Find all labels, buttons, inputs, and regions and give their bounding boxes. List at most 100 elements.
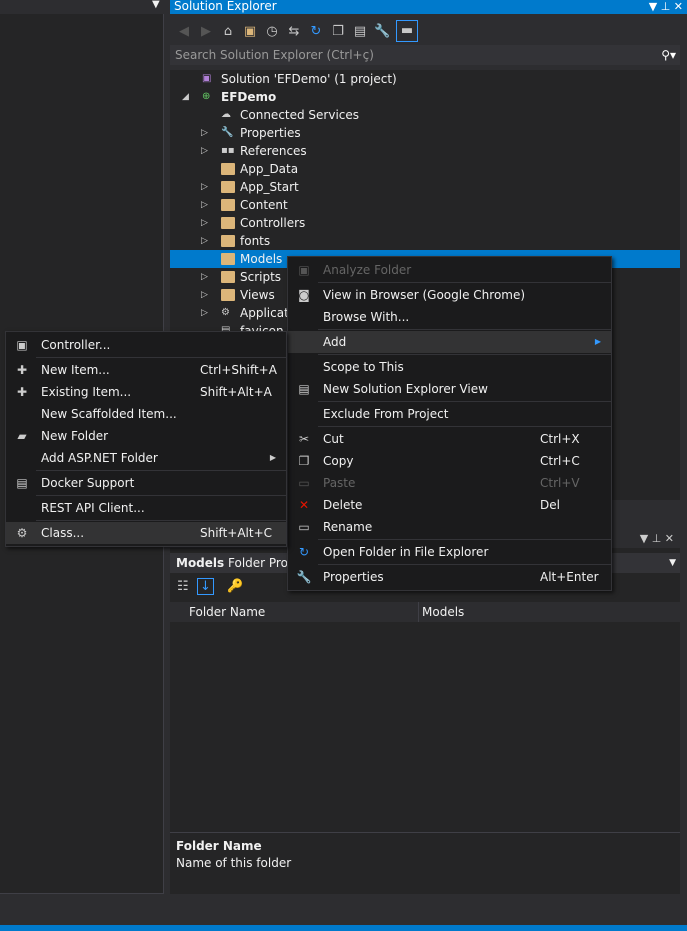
menu-item-exclude-from-project[interactable]: Exclude From Project <box>288 403 611 425</box>
menu-item-label: Cut <box>323 432 344 446</box>
folder-icon <box>221 253 235 265</box>
tree-item-label: Views <box>240 288 275 302</box>
menu-item-properties[interactable]: 🔧 Properties Alt+Enter <box>288 566 611 588</box>
tree-item[interactable]: ▷ Content <box>170 196 680 214</box>
menu-item-label: Add <box>323 335 347 349</box>
expand-arrow-icon[interactable]: ▷ <box>201 142 211 160</box>
expand-arrow-icon[interactable]: ▷ <box>201 286 211 304</box>
menu-item-new-scaffolded-item[interactable]: New Scaffolded Item... <box>6 403 286 425</box>
pin-icon[interactable]: ⊥ <box>661 0 671 13</box>
expand-arrow-icon[interactable]: ▷ <box>201 214 211 232</box>
tree-item[interactable]: ▷ Controllers <box>170 214 680 232</box>
expand-arrow-icon[interactable]: ▷ <box>201 124 211 142</box>
home-icon[interactable]: ⌂ <box>220 24 236 39</box>
collapse-arrow-icon[interactable]: ◢ <box>182 88 192 106</box>
search-icon[interactable]: ⚲▾ <box>661 45 676 65</box>
menu-item-open-folder-in-file-explorer[interactable]: ↻ Open Folder in File Explorer <box>288 541 611 563</box>
menu-item-controller[interactable]: ▣ Controller... <box>6 334 286 356</box>
tree-item-label: References <box>240 144 307 158</box>
menu-item-delete[interactable]: ✕ Delete Del <box>288 494 611 516</box>
menu-item-docker-support[interactable]: ▤ Docker Support <box>6 472 286 494</box>
menu-item-cut[interactable]: ✂ Cut Ctrl+X <box>288 428 611 450</box>
menu-item-copy[interactable]: ❐ Copy Ctrl+C <box>288 450 611 472</box>
menu-item-paste: ▭ Paste Ctrl+V <box>288 472 611 494</box>
solution-icon: ▣ <box>202 73 212 84</box>
tree-item[interactable]: ▷ 🔧 Properties <box>170 124 680 142</box>
property-row[interactable]: Folder Name Models <box>170 602 680 622</box>
close-icon[interactable]: ✕ <box>674 0 683 13</box>
tree-item[interactable]: ◢ ⊕ EFDemo <box>170 88 680 106</box>
tree-item[interactable]: ▣ Solution 'EFDemo' (1 project) <box>170 70 680 88</box>
window-buttons-icon[interactable]: ▼ ⊥ ✕ <box>640 532 674 545</box>
switch-views-icon[interactable]: ⇆ <box>286 24 302 39</box>
menu-item-analyze-folder: ▣ Analyze Folder <box>288 259 611 281</box>
tree-item[interactable]: ▷ App_Start <box>170 178 680 196</box>
panel-title: Solution Explorer <box>174 0 277 13</box>
menu-item-label: Existing Item... <box>41 385 132 399</box>
menu-item-new-solution-explorer-view[interactable]: ▤ New Solution Explorer View <box>288 378 611 400</box>
alphabetical-icon[interactable]: ↓ <box>197 578 214 595</box>
menu-separator <box>318 329 611 330</box>
folder-icon <box>221 289 235 301</box>
tree-item[interactable]: ☁ Connected Services <box>170 106 680 124</box>
refresh-icon[interactable]: ↻ <box>308 24 324 39</box>
menu-separator <box>36 520 286 521</box>
categorized-icon[interactable]: ☷ <box>177 579 189 594</box>
folder-icon <box>221 235 235 247</box>
expand-arrow-icon[interactable]: ▷ <box>201 196 211 214</box>
tree-item-label: Content <box>240 198 288 212</box>
tree-item-label: Models <box>240 252 283 266</box>
properties-icon[interactable]: 🔧 <box>374 24 390 39</box>
menu-item-add-asp-net-folder[interactable]: Add ASP.NET Folder ▶ <box>6 447 286 469</box>
description-text: Name of this folder <box>176 856 292 870</box>
context-menu: ▣ Analyze Folder ◙ View in Browser (Google … <box>287 256 612 591</box>
tree-item[interactable]: ▷ ▪▪ References <box>170 142 680 160</box>
menu-item-add[interactable]: Add ▶ <box>288 331 611 353</box>
expand-arrow-icon[interactable]: ▷ <box>201 268 211 286</box>
menu-separator <box>36 470 286 471</box>
menu-item-label: Delete <box>323 498 363 512</box>
menu-item-label: REST API Client... <box>41 501 145 515</box>
menu-item-new-item[interactable]: ✚ New Item... Ctrl+Shift+A <box>6 359 286 381</box>
menu-item-new-folder[interactable]: ▰ New Folder <box>6 425 286 447</box>
property-value[interactable]: Models <box>418 602 464 622</box>
tree-item[interactable]: ▷ fonts <box>170 232 680 250</box>
tree-item-label: Properties <box>240 126 301 140</box>
expand-arrow-icon[interactable]: ▷ <box>201 304 211 322</box>
tree-item-label: App_Data <box>240 162 299 176</box>
menu-item-rename[interactable]: ▭ Rename <box>288 516 611 538</box>
property-pages-icon[interactable]: 🔑 <box>227 579 243 594</box>
menu-item-rest-api-client[interactable]: REST API Client... <box>6 497 286 519</box>
forward-icon[interactable]: ▶ <box>198 24 214 39</box>
description-title: Folder Name <box>176 839 262 853</box>
expand-arrow-icon[interactable]: ▷ <box>201 232 211 250</box>
menu-item-label: Analyze Folder <box>323 263 412 277</box>
collapse-all-icon[interactable]: ❐ <box>330 24 346 39</box>
pending-changes-icon[interactable]: ◷ <box>264 24 280 39</box>
chevron-down-icon[interactable]: ▼ <box>669 553 676 573</box>
expand-arrow-icon[interactable]: ▷ <box>201 178 211 196</box>
menu-item-class[interactable]: ⚙ Class... Shift+Alt+C <box>6 522 286 544</box>
menu-separator <box>318 401 611 402</box>
chevron-down-icon[interactable]: ▼ <box>152 0 160 10</box>
browser-icon: ◙ <box>298 288 310 302</box>
search-input[interactable]: Search Solution Explorer (Ctrl+ç) ⚲▾ <box>170 45 680 65</box>
tree-item[interactable]: App_Data <box>170 160 680 178</box>
menu-separator <box>36 495 286 496</box>
menu-item-browse-with[interactable]: Browse With... <box>288 306 611 328</box>
menu-item-view-in-browser-google-chrome[interactable]: ◙ View in Browser (Google Chrome) <box>288 284 611 306</box>
preview-icon[interactable]: ▬ <box>396 20 418 42</box>
shortcut-label: Shift+Alt+C <box>200 526 273 540</box>
sync-icon[interactable]: ▣ <box>242 24 258 39</box>
menu-item-label: Browse With... <box>323 310 410 324</box>
analyze-icon: ▣ <box>298 263 310 277</box>
menu-item-scope-to-this[interactable]: Scope to This <box>288 356 611 378</box>
back-icon[interactable]: ◀ <box>176 24 192 39</box>
dropdown-icon[interactable]: ▼ <box>649 0 657 13</box>
menu-item-label: New Scaffolded Item... <box>41 407 177 421</box>
status-bar <box>0 925 687 931</box>
solution-explorer-toolbar: ◀ ▶ ⌂ ▣ ◷ ⇆ ↻ ❐ ▤ 🔧 ▬ <box>170 17 687 45</box>
menu-item-existing-item[interactable]: ✚ Existing Item... Shift+Alt+A <box>6 381 286 403</box>
show-all-files-icon[interactable]: ▤ <box>352 24 368 39</box>
wrench-icon: 🔧 <box>221 127 234 138</box>
